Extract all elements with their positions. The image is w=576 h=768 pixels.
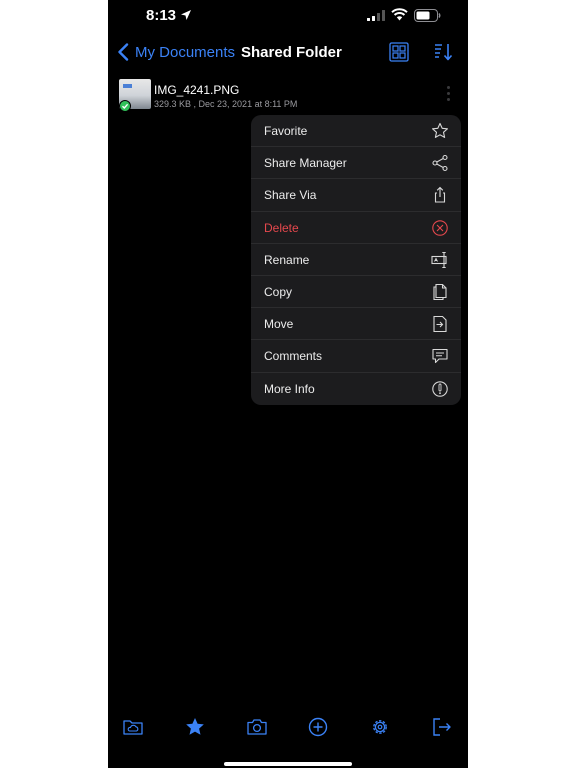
menu-item-favorite[interactable]: Favorite bbox=[251, 115, 461, 148]
phone-screen: 8:13 My Documents Shared Folder IMG_4241… bbox=[108, 0, 468, 768]
wifi-icon bbox=[391, 8, 408, 21]
share-upload-icon bbox=[434, 187, 446, 203]
settings-gear-icon[interactable] bbox=[369, 716, 391, 738]
camera-icon[interactable] bbox=[246, 716, 268, 738]
menu-item-copy[interactable]: Copy bbox=[251, 276, 461, 309]
status-time: 8:13 bbox=[146, 7, 177, 24]
move-icon bbox=[433, 316, 447, 333]
menu-item-move[interactable]: Move bbox=[251, 308, 461, 341]
rename-icon bbox=[431, 251, 447, 268]
menu-item-label: Delete bbox=[264, 220, 299, 235]
context-menu: Favorite Share Manager Share Via Delete bbox=[251, 115, 461, 405]
menu-item-label: Share Manager bbox=[264, 156, 347, 171]
sync-check-icon bbox=[119, 100, 131, 112]
logout-icon[interactable] bbox=[431, 716, 453, 738]
menu-item-label: Move bbox=[264, 317, 294, 332]
info-icon bbox=[432, 380, 448, 397]
chevron-left-icon[interactable] bbox=[117, 43, 129, 61]
share-nodes-icon bbox=[432, 155, 448, 172]
file-name: IMG_4241.PNG bbox=[154, 83, 240, 97]
menu-item-label: Comments bbox=[264, 349, 323, 364]
menu-item-share-via[interactable]: Share Via bbox=[251, 179, 461, 212]
delete-circle-x-icon bbox=[432, 219, 448, 236]
menu-item-label: More Info bbox=[264, 381, 315, 396]
add-circle-icon[interactable] bbox=[307, 716, 329, 738]
more-options-icon[interactable] bbox=[445, 86, 451, 106]
menu-item-delete[interactable]: Delete bbox=[251, 212, 461, 244]
menu-item-comments[interactable]: Comments bbox=[251, 340, 461, 373]
menu-item-share-manager[interactable]: Share Manager bbox=[251, 147, 461, 180]
tab-bar bbox=[108, 712, 468, 742]
menu-item-label: Copy bbox=[264, 284, 293, 299]
back-button[interactable]: My Documents bbox=[135, 44, 235, 61]
home-indicator[interactable] bbox=[224, 762, 352, 766]
battery-icon bbox=[414, 9, 441, 22]
sort-icon[interactable] bbox=[433, 42, 453, 62]
cloud-folder-icon[interactable] bbox=[122, 716, 144, 738]
star-icon bbox=[432, 122, 448, 138]
status-bar: 8:13 bbox=[108, 0, 468, 32]
menu-item-label: Favorite bbox=[264, 124, 308, 138]
copy-icon bbox=[433, 283, 447, 300]
menu-item-label: Share Via bbox=[264, 188, 317, 203]
favorites-star-icon[interactable] bbox=[184, 716, 206, 738]
menu-item-more-info[interactable]: More Info bbox=[251, 373, 461, 405]
file-row[interactable]: IMG_4241.PNG 329.3 KB , Dec 23, 2021 at … bbox=[108, 76, 468, 114]
menu-item-rename[interactable]: Rename bbox=[251, 244, 461, 276]
page-title: Shared Folder bbox=[241, 44, 342, 61]
cellular-signal-icon bbox=[367, 10, 385, 21]
navigation-bar: My Documents Shared Folder bbox=[108, 36, 468, 70]
file-meta: 329.3 KB , Dec 23, 2021 at 8:11 PM bbox=[154, 99, 298, 109]
grid-view-icon[interactable] bbox=[389, 42, 409, 62]
comments-icon bbox=[432, 349, 448, 364]
menu-item-label: Rename bbox=[264, 252, 310, 267]
thumbnail-image bbox=[123, 84, 132, 88]
location-arrow-icon bbox=[181, 10, 191, 20]
